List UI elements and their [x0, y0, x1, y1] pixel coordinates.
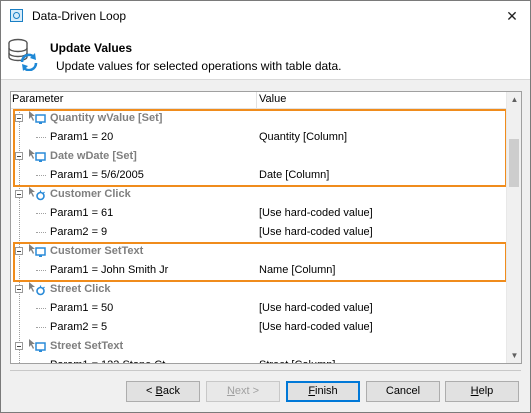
dialog-window: Data-Driven Loop ✕ Update Values Update …: [0, 0, 531, 413]
help-button-accel: H: [470, 385, 479, 397]
tree-branch: [36, 308, 46, 310]
collapse-toggle-icon[interactable]: [15, 342, 23, 350]
tree-branch: [36, 213, 46, 215]
back-button-accel: B: [155, 385, 163, 397]
click-icon: [28, 186, 46, 202]
scroll-up-arrow-icon[interactable]: ▲: [507, 92, 521, 107]
next-button-rest: ext >: [234, 385, 260, 397]
tree-branch: [36, 327, 46, 329]
operation-row[interactable]: Street Click: [11, 280, 506, 299]
parameter-label: Param1 = 61: [50, 207, 114, 219]
parameter-value[interactable]: [Use hard-coded value]: [259, 302, 373, 314]
scroll-thumb[interactable]: [509, 139, 519, 187]
scroll-down-arrow-icon[interactable]: ▼: [507, 348, 521, 363]
back-button-rest: ack: [162, 385, 180, 397]
next-button[interactable]: Next >: [206, 381, 280, 402]
database-update-icon: [8, 38, 38, 71]
next-button-accel: N: [226, 385, 235, 397]
parameter-label: Param1 = 50: [50, 302, 114, 314]
parameter-row[interactable]: Param1 = 50 [Use hard-coded value]: [11, 299, 506, 318]
parameter-label: Param2 = 9: [50, 226, 108, 238]
operation-label: Street SetText: [50, 340, 124, 352]
operation-row[interactable]: Street SetText: [11, 337, 506, 356]
finish-button-rest: inish: [315, 385, 338, 397]
column-divider[interactable]: [256, 92, 257, 108]
header-subtitle: Update values for selected operations wi…: [56, 59, 342, 73]
vertical-scrollbar[interactable]: ▲ ▼: [506, 92, 521, 363]
separator: [10, 370, 521, 371]
cancel-button[interactable]: Cancel: [366, 381, 440, 402]
parameter-value[interactable]: [Use hard-coded value]: [259, 321, 373, 333]
set-value-icon: [28, 338, 46, 354]
operation-label: Street Click: [50, 283, 111, 295]
back-button-prefix: <: [146, 385, 156, 397]
help-button-rest: elp: [478, 385, 494, 397]
parameter-row[interactable]: Param1 = 61 [Use hard-coded value]: [11, 204, 506, 223]
column-header-value[interactable]: Value: [259, 93, 286, 105]
parameter-row[interactable]: Param2 = 9 [Use hard-coded value]: [11, 223, 506, 242]
parameter-value[interactable]: [Use hard-coded value]: [259, 207, 373, 219]
help-button[interactable]: Help: [445, 381, 519, 402]
app-icon: [10, 9, 23, 22]
click-icon: [28, 281, 46, 297]
header-title: Update Values: [50, 41, 133, 55]
grid-header: Parameter Value: [11, 92, 506, 109]
parameter-row[interactable]: Param1 = 123 Stone Ct Street [Column]: [11, 356, 506, 363]
parameter-value[interactable]: [Use hard-coded value]: [259, 226, 373, 238]
collapse-toggle-icon[interactable]: [15, 190, 23, 198]
parameter-label: Param1 = 123 Stone Ct: [50, 359, 165, 363]
highlight-box: [13, 109, 507, 187]
wizard-header: Update Values Update values for selected…: [1, 31, 530, 80]
operation-label: Customer Click: [50, 188, 131, 200]
parameter-label: Param2 = 5: [50, 321, 108, 333]
operation-row[interactable]: Customer Click: [11, 185, 506, 204]
close-button[interactable]: ✕: [502, 6, 522, 26]
title-bar: Data-Driven Loop ✕: [1, 1, 530, 31]
highlight-box: [13, 242, 507, 282]
parameter-row[interactable]: Param2 = 5 [Use hard-coded value]: [11, 318, 506, 337]
finish-button[interactable]: Finish: [286, 381, 360, 402]
tree-branch: [36, 232, 46, 234]
back-button[interactable]: < Back: [126, 381, 200, 402]
wizard-body: Parameter Value Quantity wValue [Set] Par…: [1, 80, 530, 412]
parameter-grid[interactable]: Parameter Value Quantity wValue [Set] Par…: [10, 91, 522, 364]
column-header-parameter[interactable]: Parameter: [12, 93, 63, 105]
collapse-toggle-icon[interactable]: [15, 285, 23, 293]
parameter-value[interactable]: Street [Column]: [259, 359, 335, 363]
window-title: Data-Driven Loop: [32, 9, 127, 23]
